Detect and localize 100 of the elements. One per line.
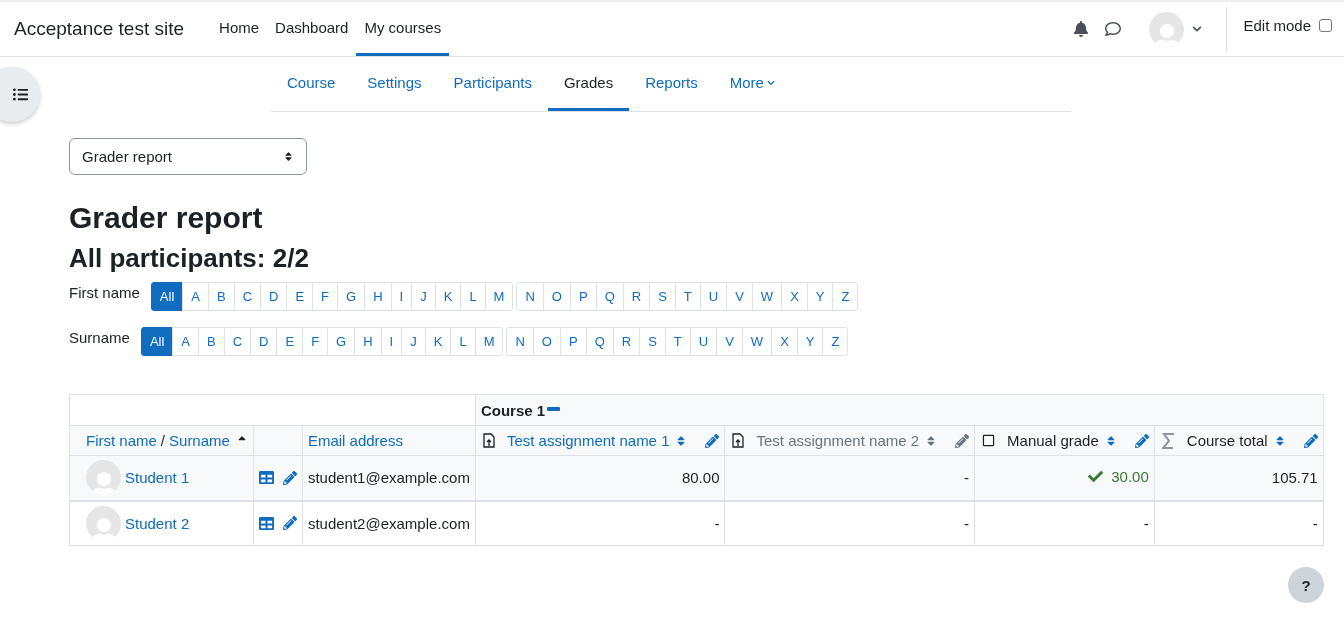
initial-filter-link[interactable]: S [639, 327, 666, 356]
student-name-link[interactable]: Student 2 [125, 514, 190, 532]
user-avatar [86, 460, 121, 496]
filter-label: First name [69, 284, 140, 301]
edit-icon[interactable] [1134, 433, 1149, 448]
edit-icon[interactable] [705, 433, 720, 448]
sort-link[interactable]: Surname [169, 432, 230, 449]
nav-link[interactable]: My courses [356, 2, 450, 56]
sort-icon [283, 151, 294, 162]
initial-filter-link[interactable]: All [150, 282, 184, 311]
edit-mode-checkbox[interactable] [1319, 18, 1332, 32]
initial-filter-link[interactable]: J [411, 282, 436, 311]
course-tab[interactable]: Participants [437, 57, 548, 111]
initial-filter-link[interactable]: U [699, 282, 728, 311]
student-name-link[interactable]: Student 1 [125, 469, 190, 487]
initial-filter-link[interactable]: O [542, 282, 571, 311]
edit-icon[interactable] [955, 433, 970, 448]
table-icon[interactable] [258, 470, 274, 486]
email-text: student2@example.com [307, 514, 470, 532]
initial-filter-link[interactable]: M [484, 282, 514, 311]
chat-icon[interactable] [1105, 21, 1122, 37]
initial-filter-link[interactable]: L [460, 282, 486, 311]
initial-filter-link[interactable]: L [450, 327, 476, 356]
page-title: Grader report [69, 201, 264, 235]
category-header: Course 1 [480, 401, 546, 419]
initial-filter-link[interactable]: I [390, 282, 413, 311]
caret-icon[interactable] [766, 78, 775, 87]
bell-icon[interactable] [1073, 21, 1090, 37]
initial-filter-link[interactable]: E [286, 282, 314, 311]
initial-filter-link[interactable]: M [474, 327, 504, 356]
grade-item-name: Manual grade [1007, 432, 1099, 449]
drawer-toggle-button[interactable] [0, 67, 40, 122]
edit-icon[interactable] [1303, 433, 1318, 448]
course-tab[interactable]: Course [271, 57, 352, 111]
initial-filter-link[interactable]: G [337, 282, 366, 311]
initial-filter-link[interactable]: N [506, 327, 534, 356]
file-upload-icon [482, 433, 495, 448]
initial-filter-link[interactable]: F [312, 282, 339, 311]
initial-filter-link[interactable]: J [401, 327, 426, 356]
nav-link[interactable]: Home [211, 2, 268, 56]
initial-filter-link[interactable]: V [716, 327, 743, 356]
grade-value: 80.00 [681, 469, 720, 487]
edit-mode-label: Edit mode [1243, 16, 1311, 34]
user-avatar [86, 505, 121, 541]
initial-filter-link[interactable]: H [354, 327, 382, 356]
initial-filter-link[interactable]: V [726, 282, 753, 311]
initial-filter-link[interactable]: A [172, 327, 199, 356]
grade-value: - [964, 469, 970, 487]
course-tab[interactable]: More [713, 57, 791, 111]
nav-link[interactable]: Dashboard [267, 2, 357, 56]
initial-filter-link[interactable]: Q [585, 327, 614, 356]
initial-filter-link[interactable]: F [302, 327, 329, 356]
page-subtitle: All participants: 2/2 [69, 243, 310, 274]
initial-filter-link[interactable]: A [182, 282, 209, 311]
initial-filter-link[interactable]: Q [595, 282, 624, 311]
grade-item-name: Course total [1186, 432, 1268, 449]
initial-filter-link[interactable]: X [771, 327, 798, 356]
initial-filter-link[interactable]: P [560, 327, 587, 356]
initial-filter-link[interactable]: G [327, 327, 356, 356]
sigma-icon [1161, 432, 1175, 449]
initial-filter-link[interactable]: T [674, 282, 701, 311]
initial-filter-link[interactable]: S [649, 282, 676, 311]
edit-icon[interactable] [282, 516, 297, 531]
list-icon [12, 87, 28, 102]
email-text: student1@example.com [307, 469, 470, 487]
course-tab[interactable]: Grades [547, 57, 630, 111]
initial-filter-link[interactable]: P [569, 282, 597, 311]
initial-filter-link[interactable]: I [380, 327, 403, 356]
initial-filter-link[interactable]: X [781, 282, 808, 311]
initial-filter-link[interactable]: All [140, 327, 174, 356]
grade-value: - [714, 514, 720, 532]
site-name[interactable]: Acceptance test site [14, 2, 185, 56]
initial-filter-link[interactable]: D [250, 327, 278, 356]
grade-value: 105.71 [1271, 469, 1318, 487]
help-button[interactable]: ? [1288, 567, 1324, 603]
initial-filter-link[interactable]: C [223, 327, 252, 356]
course-tab[interactable]: Settings [351, 57, 438, 111]
initial-filter-link[interactable]: B [198, 327, 225, 356]
file-upload-icon [732, 433, 745, 448]
course-tab[interactable]: Reports [629, 57, 714, 111]
initial-filter-link[interactable]: O [532, 327, 561, 356]
edit-icon[interactable] [282, 470, 297, 485]
initial-filter-link[interactable]: Z [822, 327, 849, 356]
collapse-icon[interactable] [547, 406, 561, 411]
initial-filter-link[interactable]: N [516, 282, 544, 311]
initial-filter-link[interactable]: R [612, 327, 641, 356]
initial-filter-link[interactable]: D [260, 282, 288, 311]
sort-link[interactable]: First name [86, 432, 157, 449]
table-icon[interactable] [258, 515, 274, 531]
initial-filter-link[interactable]: H [364, 282, 392, 311]
caret-icon[interactable] [1192, 24, 1203, 34]
initial-filter-link[interactable]: U [689, 327, 718, 356]
initial-filter-link[interactable]: Z [832, 282, 859, 311]
initial-filter-link[interactable]: E [276, 327, 304, 356]
initial-filter-link[interactable]: B [208, 282, 235, 311]
report-select[interactable]: Grader report [69, 138, 307, 175]
grade-value: - [964, 514, 970, 532]
initial-filter-link[interactable]: R [622, 282, 651, 311]
initial-filter-link[interactable]: T [664, 327, 691, 356]
initial-filter-link[interactable]: C [233, 282, 262, 311]
